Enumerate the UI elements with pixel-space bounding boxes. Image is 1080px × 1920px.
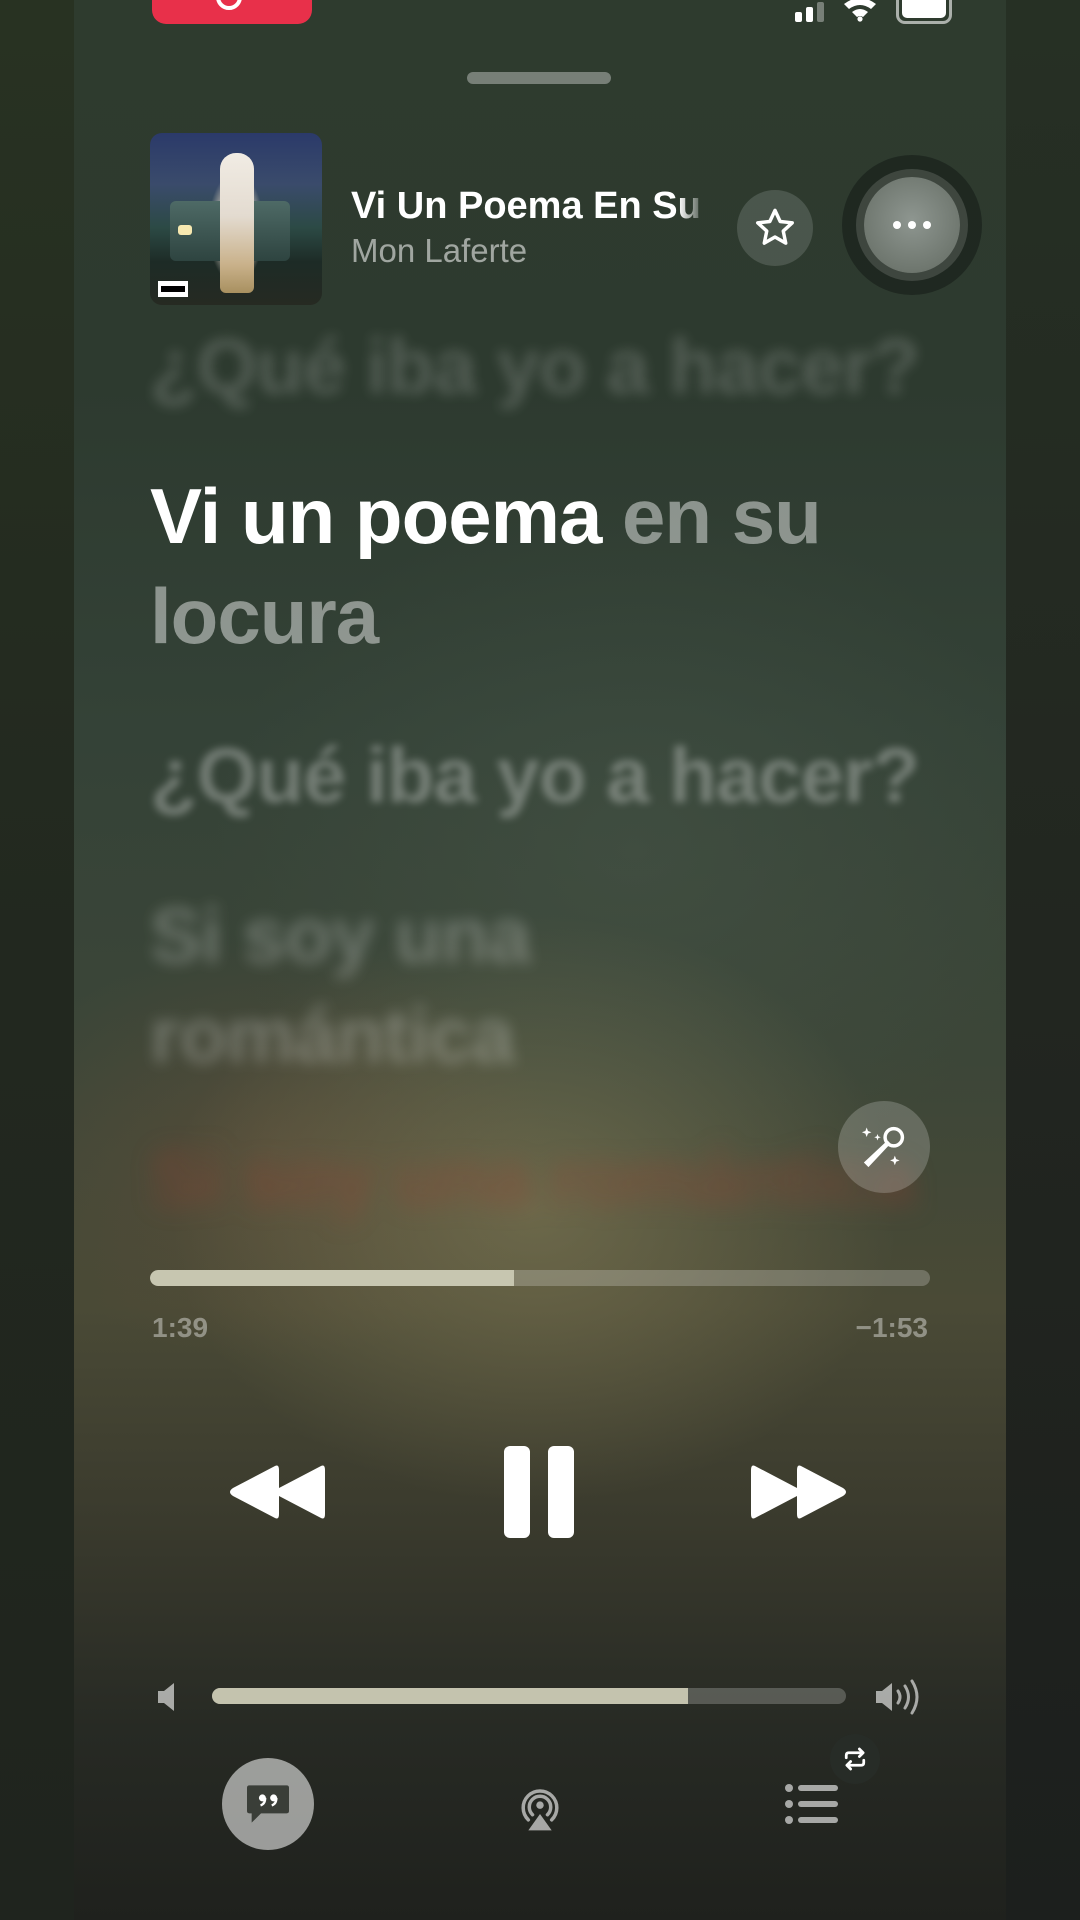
volume-slider[interactable] [212,1688,846,1704]
elapsed-time: 1:39 [152,1312,209,1343]
queue-button[interactable] [782,1780,842,1828]
record-icon [216,0,242,10]
lyric-line-next[interactable]: ¿Qué iba yo a hacer? [150,725,950,825]
now-playing-screen: Vi Un Poema En Su Locura Mon Laferte ¿Qu… [74,0,1006,1920]
pause-button[interactable] [494,1440,584,1544]
favorite-button[interactable] [737,190,813,266]
lyrics-icon [247,1785,289,1823]
star-icon [756,208,794,245]
song-title[interactable]: Vi Un Poema En Su Locura [351,184,707,228]
next-track-button[interactable] [744,1452,854,1532]
repeat-indicator[interactable] [830,1734,880,1784]
artwork-figure [220,153,254,293]
battery-icon [896,0,952,24]
pause-icon [504,1446,574,1538]
speaker-low-icon [158,1683,174,1711]
queue-icon [785,1784,838,1824]
speaker-high-icon [876,1679,919,1715]
song-artist[interactable]: Mon Laferte [351,230,527,272]
lyrics-button[interactable] [222,1758,314,1850]
airplay-icon [521,1789,559,1831]
artwork-headlight [178,225,192,235]
lyric-sung-part: Vi un poema [150,472,602,560]
left-background-edge [0,0,74,1920]
playback-scrubber[interactable] [150,1270,930,1286]
repeat-icon [844,1747,866,1771]
volume-level-fill [212,1688,688,1704]
rewind-icon [230,1465,325,1519]
microphone-sparkle-icon [861,1126,905,1168]
remaining-time: −1:53 [855,1312,928,1343]
lyric-line-previous[interactable]: ¿Qué iba yo a hacer? [150,316,950,416]
cellular-signal-icon [795,0,824,22]
airplay-button[interactable] [507,1774,573,1840]
album-artwork[interactable] [150,133,322,305]
sheet-grabber[interactable] [467,72,611,84]
right-background-edge [1006,0,1080,1920]
more-icon [864,177,960,273]
wifi-icon [844,0,876,22]
sing-button[interactable] [838,1101,930,1193]
parental-advisory-badge [158,281,188,297]
fast-forward-icon [751,1465,846,1519]
playback-progress-fill [150,1270,515,1286]
lyric-line-faded[interactable]: Si soy una romántica [150,1128,950,1228]
more-options-button[interactable] [842,155,982,295]
lyric-line-active[interactable]: Vi un poema en su locura [150,466,950,666]
screen-recording-indicator[interactable] [152,0,312,24]
previous-track-button[interactable] [222,1452,332,1532]
lyric-line-upcoming[interactable]: Si soy una romántica [150,885,670,1085]
status-icons [795,0,952,24]
